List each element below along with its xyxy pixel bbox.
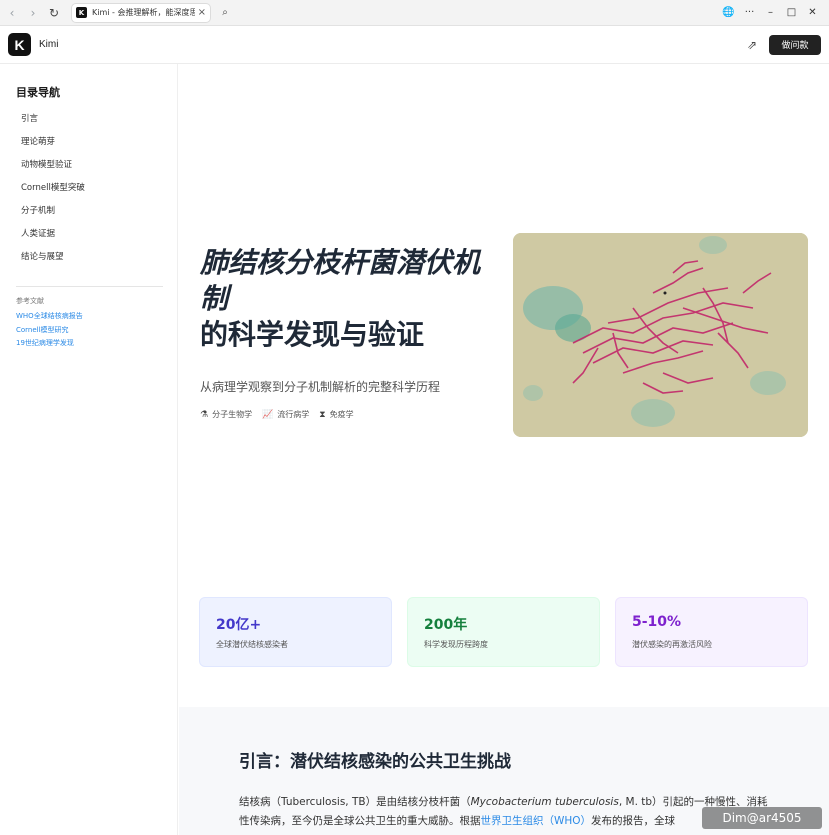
chart-line-icon: 📈 [262,409,274,420]
bacteria-micrograph-image [513,233,808,437]
browser-toolbar: ‹ › ↻ K Kimi - 会推理解析，能深度思考 × ⌕ 🌐 ··· – □… [0,0,829,26]
tag-epidemiology: 📈 流行病学 [262,409,309,420]
stat-label: 全球潜伏结核感染者 [216,640,288,649]
toc-title: 目录导航 [16,86,60,99]
stat-label: 科学发现历程跨度 [424,640,488,649]
section-title: 引言：潜伏结核感染的公共卫生挑战 [239,752,511,772]
ask-button[interactable]: 做问款 [769,34,821,55]
intro-text-part: 发布的报告，全球 [591,815,676,827]
reference-link[interactable]: Cornell模型研究 [16,325,83,339]
stat-value: 5-10% [632,614,682,630]
flask-icon: ⚗ [200,409,209,420]
references-list: WHO全球结核病报告 Cornell模型研究 19世纪病理学发现 [16,311,83,352]
watermark: Dim@ar4505 [702,807,822,829]
main-content: 肺结核分枝杆菌潜伏机制 的科学发现与验证 从病理学观察到分子机制解析的完整科学历… [179,64,829,835]
toc-item-human-evidence[interactable]: 人类证据 [21,228,85,251]
toc-item-animal-model[interactable]: 动物模型验证 [21,159,85,182]
divider [16,286,163,287]
species-name: Mycobacterium tuberculosis [470,796,619,808]
tag-molecular-biology: ⚗ 分子生物学 [200,409,252,420]
tag-label: 流行病学 [277,410,310,419]
more-icon[interactable]: ··· [739,7,760,18]
reference-link[interactable]: WHO全球结核病报告 [16,311,83,325]
toc-item-cornell-model[interactable]: Cornell模型突破 [21,182,85,205]
page-subtitle: 从病理学观察到分子机制解析的完整科学历程 [200,380,441,394]
forward-icon[interactable]: › [24,4,42,22]
reload-icon[interactable]: ↻ [45,4,63,22]
share-icon[interactable]: ⇗ [747,38,757,52]
page-title-rest: 的科学发现与验证 [200,318,425,351]
app-header: K Kimi ⇗ 做问款 [0,26,829,64]
tab-title: Kimi - 会推理解析，能深度思考 [92,8,195,17]
tag-label: 分子生物学 [212,410,253,419]
toc-item-theory[interactable]: 理论萌芽 [21,136,85,159]
toc-item-molecular[interactable]: 分子机制 [21,205,85,228]
stat-card-infected: 20亿+ 全球潜伏结核感染者 [199,597,392,667]
search-icon[interactable]: ⌕ [216,4,234,22]
window-controls: 🌐 ··· – □ ✕ [718,7,823,18]
browser-tab[interactable]: K Kimi - 会推理解析，能深度思考 × [71,2,211,23]
minimize-icon[interactable]: – [760,7,781,18]
stat-label: 潜伏感染的再激活风险 [632,640,712,649]
page-title: 肺结核分枝杆菌潜伏机制 的科学发现与验证 [200,245,500,353]
stat-value: 20亿+ [216,617,262,633]
tag-immunology: ⧗ 免疫学 [319,409,353,420]
page-title-italic: 肺结核分枝杆菌潜伏机制 [200,246,481,315]
tag-label: 免疫学 [329,410,354,419]
kimi-favicon-icon: K [76,7,87,18]
intro-paragraph: 结核病（Tuberculosis, TB）是由结核分枝杆菌（Mycobacter… [239,793,769,831]
close-icon[interactable]: × [198,7,206,18]
app-name: Kimi [39,39,59,50]
maximize-icon[interactable]: □ [781,7,802,18]
reference-link[interactable]: 19世纪病理学发现 [16,338,83,352]
stat-card-reactivation: 5-10% 潜伏感染的再激活风险 [615,597,808,667]
kimi-logo-icon[interactable]: K [8,33,31,56]
intro-text-part: 结核病（Tuberculosis, TB）是由结核分枝杆菌（ [239,796,471,808]
topic-tags: ⚗ 分子生物学 📈 流行病学 ⧗ 免疫学 [200,409,354,420]
toc-list: 引言 理论萌芽 动物模型验证 Cornell模型突破 分子机制 人类证据 结论与… [21,113,85,274]
who-link[interactable]: 世界卫生组织（WHO） [481,815,592,827]
sidebar: 目录导航 引言 理论萌芽 动物模型验证 Cornell模型突破 分子机制 人类证… [0,64,178,835]
toc-item-intro[interactable]: 引言 [21,113,85,136]
globe-icon[interactable]: 🌐 [718,7,739,18]
toc-item-conclusion[interactable]: 结论与展望 [21,251,85,274]
window-close-icon[interactable]: ✕ [802,7,823,18]
stat-value: 200年 [424,617,468,633]
dna-icon: ⧗ [319,409,326,420]
stat-card-timespan: 200年 科学发现历程跨度 [407,597,600,667]
references-title: 参考文献 [16,297,44,305]
back-icon[interactable]: ‹ [3,4,21,22]
